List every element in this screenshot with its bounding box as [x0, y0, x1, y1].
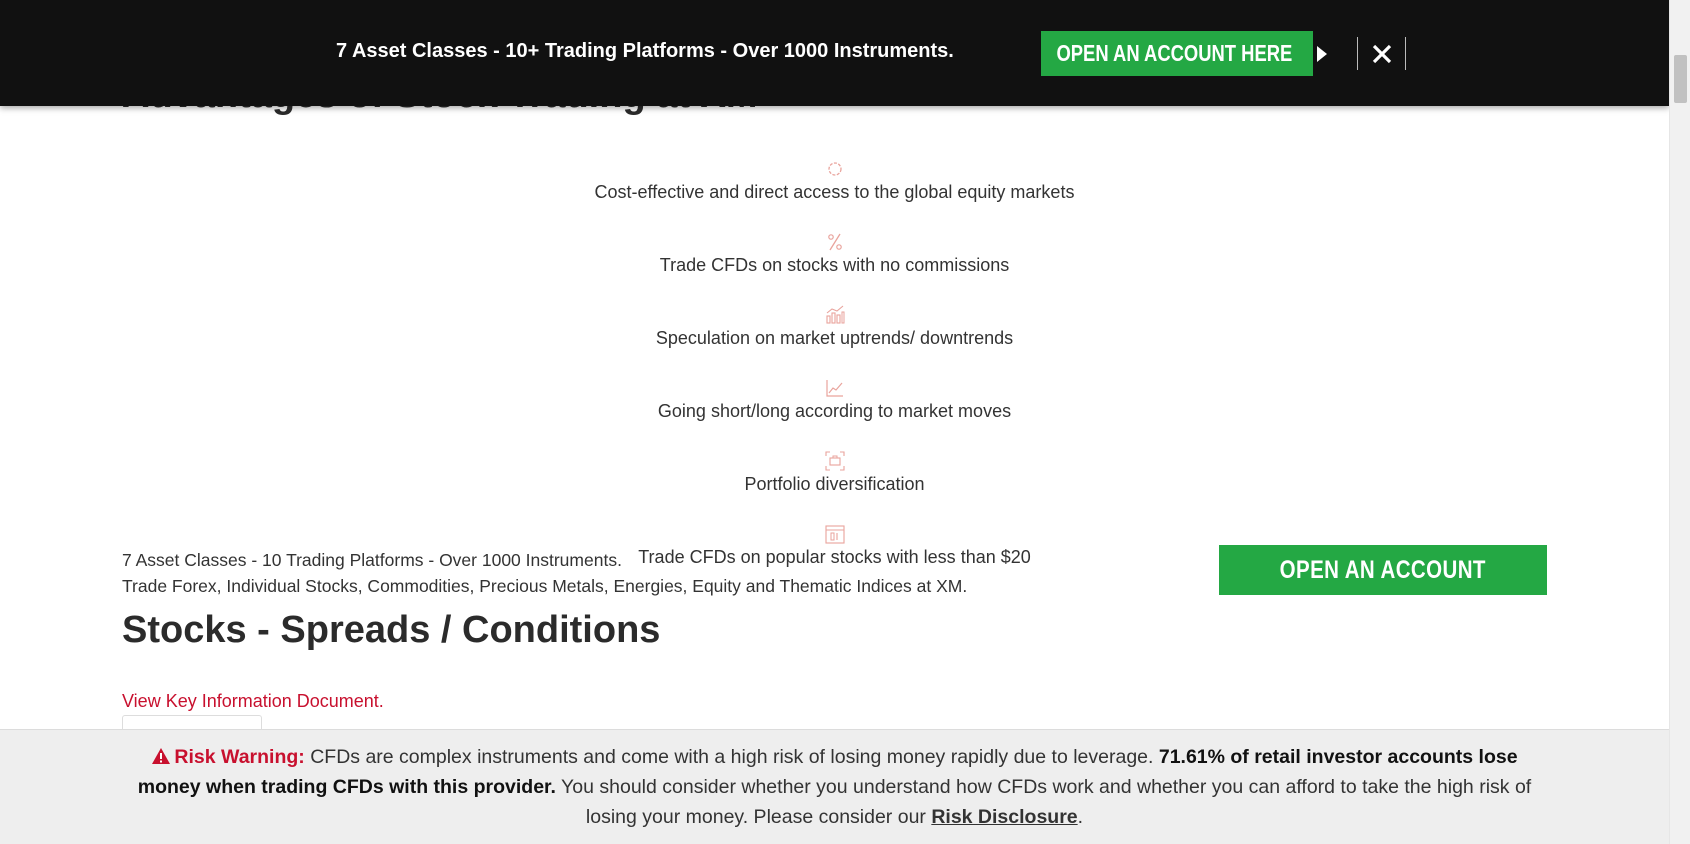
- risk-warning-bar: Risk Warning: CFDs are complex instrumen…: [0, 729, 1669, 844]
- advantage-item: Portfolio diversification: [0, 450, 1669, 515]
- open-account-here-label: OPEN AN ACCOUNT HERE: [1056, 40, 1292, 66]
- open-account-button-label: OPEN AN ACCOUNT: [1279, 555, 1487, 584]
- key-information-document-link[interactable]: View Key Information Document.: [122, 691, 384, 712]
- promo-line-products: Trade Forex, Individual Stocks, Commodit…: [122, 576, 968, 596]
- line-chart-icon: [824, 377, 846, 399]
- spreads-heading: Stocks - Spreads / Conditions: [122, 609, 661, 651]
- close-promo-button[interactable]: [1357, 37, 1406, 70]
- advantages-list: Cost-effective and direct access to the …: [0, 150, 1669, 588]
- advantage-text: Portfolio diversification: [744, 474, 925, 494]
- promo-line-assets: 7 Asset Classes - 10 Trading Platforms -…: [122, 550, 622, 570]
- close-icon: [1372, 44, 1391, 63]
- top-bar-tagline: 7 Asset Classes - 10+ Trading Platforms …: [336, 40, 954, 62]
- open-account-button[interactable]: OPEN AN ACCOUNT: [1219, 545, 1547, 595]
- risk-disclosure-link[interactable]: Risk Disclosure: [931, 806, 1077, 828]
- globe-icon: [824, 158, 846, 180]
- risk-warning-end: .: [1077, 806, 1084, 828]
- advantage-item: Trade CFDs on stocks with no commissions: [0, 231, 1669, 296]
- bar-chart-icon: [824, 304, 846, 326]
- advantage-text: Cost-effective and direct access to the …: [594, 182, 1075, 202]
- risk-warning-label: Risk Warning:: [174, 746, 305, 768]
- top-promo-bar: 7 Asset Classes - 10+ Trading Platforms …: [0, 0, 1669, 106]
- advantage-item: Going short/long according to market mov…: [0, 377, 1669, 442]
- advantage-text: Going short/long according to market mov…: [657, 401, 1012, 421]
- advantage-text: Speculation on market uptrends/ downtren…: [655, 328, 1014, 348]
- calendar-icon: [824, 523, 846, 545]
- vertical-scrollbar[interactable]: [1669, 0, 1690, 844]
- percent-icon: [824, 231, 846, 253]
- open-account-here-button[interactable]: OPEN AN ACCOUNT HERE: [1041, 31, 1328, 76]
- portfolio-icon: [824, 450, 846, 472]
- advantage-text: Trade CFDs on stocks with no commissions: [659, 255, 1010, 275]
- scrollbar-thumb[interactable]: [1674, 55, 1687, 103]
- advantage-item: Cost-effective and direct access to the …: [0, 158, 1669, 223]
- warning-icon: [151, 744, 171, 764]
- promo-text-block: 7 Asset Classes - 10 Trading Platforms -…: [122, 547, 967, 599]
- advantage-item: Speculation on market uptrends/ downtren…: [0, 304, 1669, 369]
- play-arrow-icon: [1317, 45, 1328, 62]
- page-content: Advantages of Stock Trading at XM Cost-e…: [0, 0, 1669, 844]
- risk-warning-text: CFDs are complex instruments and come wi…: [304, 746, 1159, 768]
